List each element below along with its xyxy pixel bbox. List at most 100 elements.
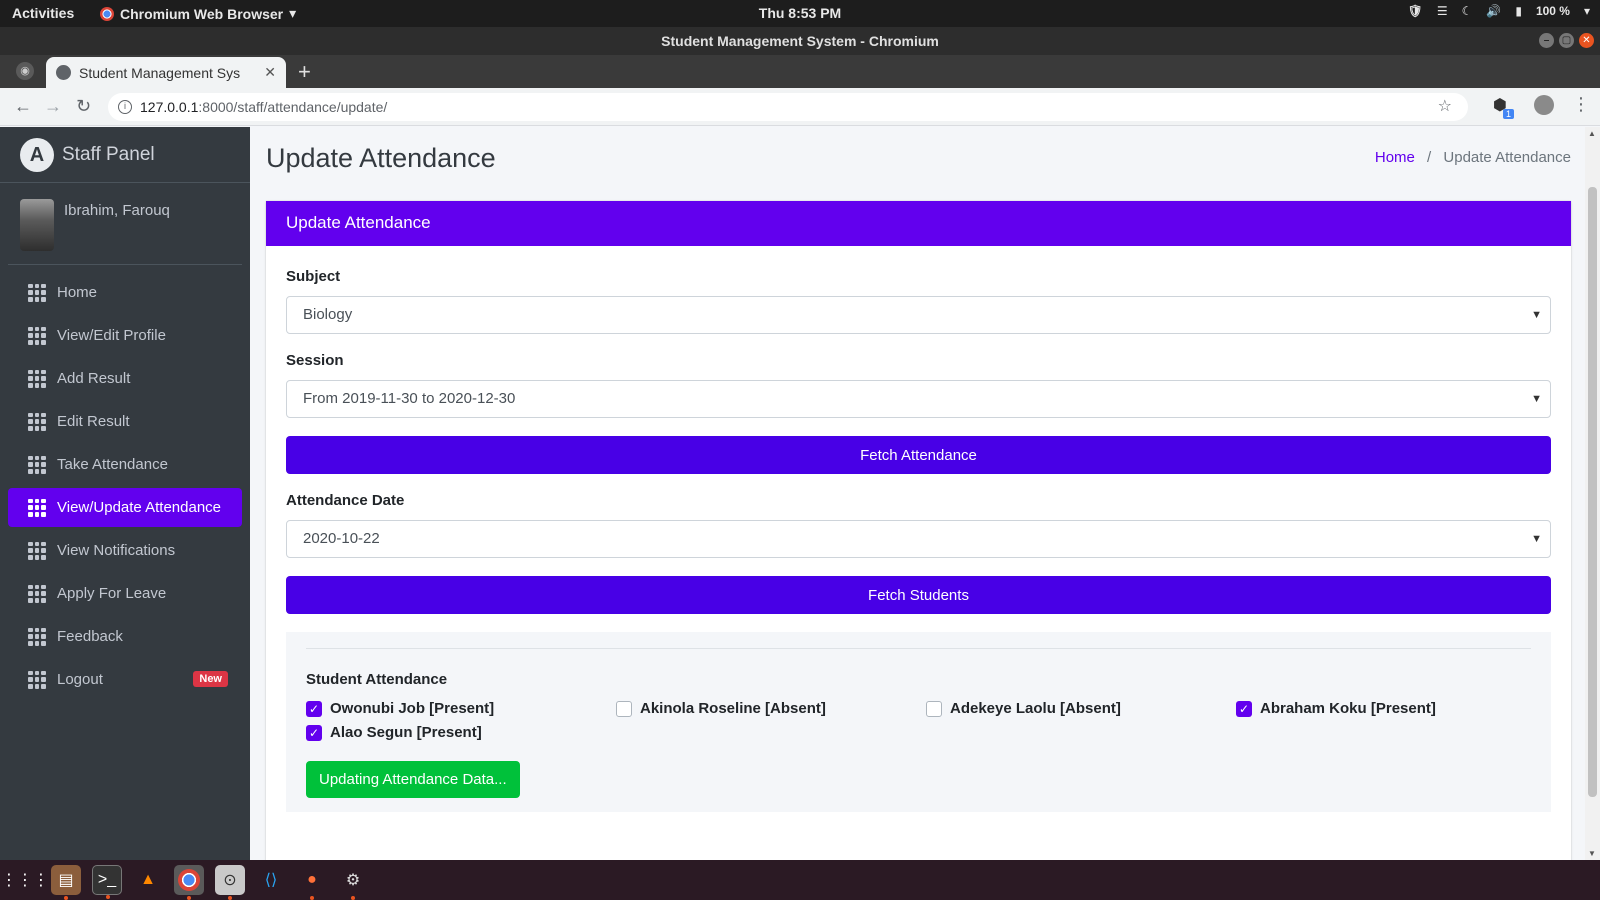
sidebar: A Staff Panel Ibrahim, Farouq Home View/… bbox=[0, 127, 250, 860]
volume-icon: 🔊 bbox=[1486, 4, 1502, 18]
sidebar-item-view-update-attendance[interactable]: View/Update Attendance bbox=[8, 488, 242, 527]
grid-icon bbox=[28, 498, 46, 517]
sidebar-item-label: Edit Result bbox=[57, 413, 130, 430]
brand-logo-icon: A bbox=[20, 137, 54, 172]
sidebar-item-label: Feedback bbox=[57, 628, 123, 645]
sidebar-item-home[interactable]: Home bbox=[8, 273, 242, 312]
window-title: Student Management System - Chromium bbox=[661, 33, 939, 49]
student-list: ✓ Owonubi Job [Present] Akinola Roseline… bbox=[306, 700, 1531, 741]
info-icon[interactable]: i bbox=[118, 100, 132, 114]
vlc-icon[interactable]: ▲ bbox=[133, 865, 163, 895]
reload-button[interactable]: ↻ bbox=[76, 96, 91, 117]
terminal-icon[interactable]: >_ bbox=[92, 865, 122, 899]
new-tab-button[interactable]: + bbox=[298, 59, 311, 85]
page-scrollbar[interactable]: ▲ ▼ bbox=[1585, 127, 1600, 860]
scroll-up-arrow-icon[interactable]: ▲ bbox=[1588, 129, 1596, 138]
checkbox-checked-icon[interactable]: ✓ bbox=[306, 724, 322, 741]
sidebar-item-label: Add Result bbox=[57, 370, 131, 387]
student-label: Akinola Roseline [Absent] bbox=[640, 700, 826, 717]
breadcrumb-home-link[interactable]: Home bbox=[1375, 149, 1415, 166]
scrollbar-thumb[interactable] bbox=[1588, 187, 1597, 797]
kebab-menu-icon[interactable]: ⋮ bbox=[1572, 94, 1590, 115]
sidebar-item-add-result[interactable]: Add Result bbox=[8, 359, 242, 398]
user-panel[interactable]: Ibrahim, Farouq bbox=[8, 183, 242, 265]
clock[interactable]: Thu 8:53 PM bbox=[0, 5, 1600, 21]
sidebar-item-label: Take Attendance bbox=[57, 456, 168, 473]
close-window-button[interactable]: ✕ bbox=[1579, 33, 1594, 48]
password-manager-icon[interactable]: ⊙ bbox=[215, 865, 245, 900]
attendance-date-select[interactable]: 2020-10-22 ▼ bbox=[286, 520, 1551, 558]
student-label: Owonubi Job [Present] bbox=[330, 700, 495, 717]
student-checkbox-alao-segun[interactable]: ✓ Alao Segun [Present] bbox=[306, 724, 616, 741]
student-checkbox-akinola-roseline[interactable]: Akinola Roseline [Absent] bbox=[616, 700, 926, 717]
minimize-button[interactable]: – bbox=[1539, 33, 1554, 48]
student-label: Abraham Koku [Present] bbox=[1260, 700, 1436, 717]
chromium-icon[interactable] bbox=[174, 865, 204, 900]
app-grid-icon[interactable]: ⋮⋮⋮ bbox=[1, 865, 49, 895]
tab-student-management[interactable]: Student Management Sys ✕ bbox=[46, 57, 286, 88]
checkbox-checked-icon[interactable]: ✓ bbox=[306, 700, 322, 717]
subject-select[interactable]: Biology ▼ bbox=[286, 296, 1551, 334]
grid-icon bbox=[28, 584, 46, 603]
chevron-down-icon: ▾ bbox=[1583, 4, 1590, 18]
page-title: Update Attendance bbox=[266, 143, 496, 173]
scroll-down-arrow-icon[interactable]: ▼ bbox=[1588, 849, 1596, 858]
chevron-down-icon: ▼ bbox=[1531, 309, 1542, 321]
gnome-top-bar: Activities Chromium Web Browser ▾ Thu 8:… bbox=[0, 0, 1600, 27]
attendance-date-label: Attendance Date bbox=[286, 492, 405, 509]
checkbox-checked-icon[interactable]: ✓ bbox=[1236, 700, 1252, 717]
ubuntu-dock: ⋮⋮⋮ ▤ >_ ▲ ⊙ ⟨⟩ ● ⚙ bbox=[0, 860, 1600, 900]
fetch-attendance-button[interactable]: Fetch Attendance bbox=[286, 436, 1551, 474]
bookmark-star-icon[interactable]: ☆ bbox=[1438, 93, 1452, 121]
sidebar-item-take-attendance[interactable]: Take Attendance bbox=[8, 445, 242, 484]
session-select[interactable]: From 2019-11-30 to 2020-12-30 ▼ bbox=[286, 380, 1551, 418]
shield-icon[interactable]: 🛡 bbox=[1408, 4, 1423, 18]
files-icon[interactable]: ▤ bbox=[51, 865, 81, 900]
student-checkbox-adekeye-laolu[interactable]: Adekeye Laolu [Absent] bbox=[926, 700, 1236, 717]
student-checkbox-abraham-koku[interactable]: ✓ Abraham Koku [Present] bbox=[1236, 700, 1546, 717]
grid-icon bbox=[28, 369, 46, 388]
user-name[interactable]: Ibrahim, Farouq bbox=[64, 202, 170, 219]
student-checkbox-owonubi-job[interactable]: ✓ Owonubi Job [Present] bbox=[306, 700, 616, 717]
card-body: Subject Biology ▼ Session From 2019-11-3… bbox=[266, 246, 1571, 812]
sidebar-item-apply-for-leave[interactable]: Apply For Leave bbox=[8, 574, 242, 613]
student-label: Adekeye Laolu [Absent] bbox=[950, 700, 1121, 717]
profile-avatar-icon[interactable] bbox=[1534, 95, 1554, 115]
brand[interactable]: A Staff Panel bbox=[0, 127, 250, 183]
sidebar-item-logout[interactable]: Logout New bbox=[8, 660, 242, 699]
github-tab-icon[interactable]: ◉ bbox=[16, 62, 34, 80]
firefox-icon[interactable]: ● bbox=[297, 865, 327, 900]
session-select-value: From 2019-11-30 to 2020-12-30 bbox=[303, 390, 516, 407]
settings-icon[interactable]: ⚙ bbox=[338, 865, 368, 900]
breadcrumb-separator: / bbox=[1427, 149, 1432, 166]
sidebar-item-edit-result[interactable]: Edit Result bbox=[8, 402, 242, 441]
sidebar-item-view-edit-profile[interactable]: View/Edit Profile bbox=[8, 316, 242, 355]
attendance-date-value: 2020-10-22 bbox=[303, 530, 380, 547]
fetch-students-button[interactable]: Fetch Students bbox=[286, 576, 1551, 614]
maximize-button[interactable]: ▢ bbox=[1559, 33, 1574, 48]
address-bar[interactable]: i 127.0.0.1:8000/staff/attendance/update… bbox=[108, 93, 1468, 121]
brand-text: Staff Panel bbox=[62, 143, 155, 165]
back-button[interactable]: ← bbox=[14, 96, 32, 117]
sidebar-item-view-notifications[interactable]: View Notifications bbox=[8, 531, 242, 570]
grid-icon bbox=[28, 283, 46, 302]
checkbox-unchecked-icon[interactable] bbox=[926, 700, 942, 717]
subject-select-value: Biology bbox=[303, 306, 353, 323]
main-content: Update Attendance Home / Update Attendan… bbox=[250, 127, 1585, 861]
menu-icon[interactable]: ☰ bbox=[1437, 4, 1448, 18]
close-tab-icon[interactable]: ✕ bbox=[264, 64, 276, 81]
student-attendance-title: Student Attendance bbox=[306, 671, 448, 688]
forward-button[interactable]: → bbox=[44, 96, 62, 117]
grid-icon bbox=[28, 326, 46, 345]
grid-icon bbox=[28, 670, 46, 689]
new-badge: New bbox=[193, 671, 228, 687]
system-tray[interactable]: 🛡 ☰ ☾ 🔊 ▮ 100 % ▾ bbox=[1408, 4, 1590, 18]
browser-toolbar: ← → ↻ i 127.0.0.1:8000/staff/attendance/… bbox=[0, 88, 1600, 126]
update-attendance-card: Update Attendance Subject Biology ▼ Sess… bbox=[266, 201, 1571, 861]
sidebar-nav: Home View/Edit Profile Add Result Edit R… bbox=[0, 265, 250, 699]
vscode-icon[interactable]: ⟨⟩ bbox=[256, 865, 286, 895]
sidebar-item-feedback[interactable]: Feedback bbox=[8, 617, 242, 656]
checkbox-unchecked-icon[interactable] bbox=[616, 700, 632, 717]
update-attendance-button[interactable]: Updating Attendance Data... bbox=[306, 761, 520, 798]
grid-icon bbox=[28, 627, 46, 646]
